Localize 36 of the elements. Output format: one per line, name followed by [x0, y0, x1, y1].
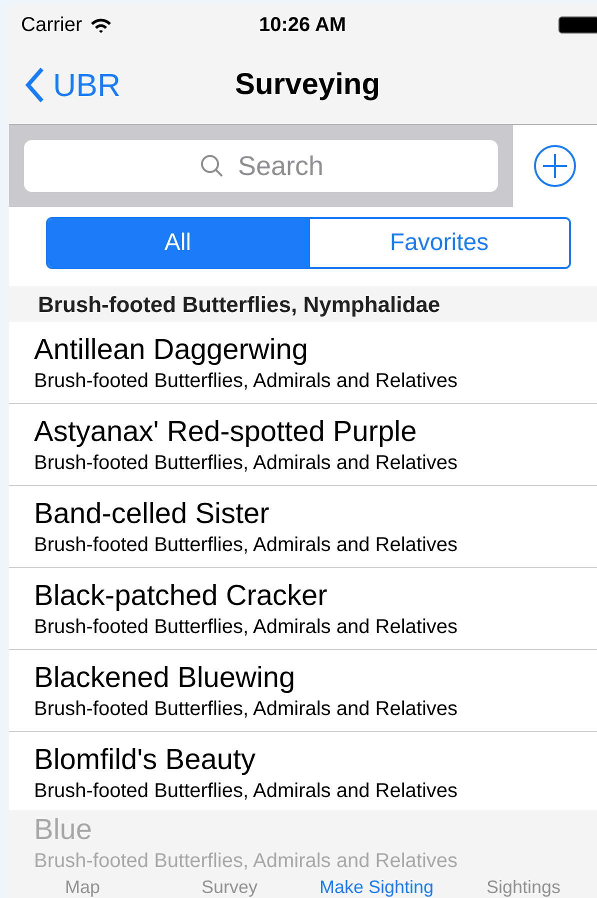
- search-icon: [200, 154, 224, 178]
- species-family: Brush-footed Butterflies, Admirals and Relatives: [34, 778, 459, 804]
- species-name: Astyanax' Red-spotted Purple: [34, 414, 418, 450]
- segment-tab[interactable]: Favorites: [308, 219, 569, 267]
- carrier-label: Carrier: [21, 13, 82, 38]
- species-name: Blomfild's Beauty: [34, 742, 257, 778]
- species-family: Brush-footed Butterflies, Admirals and Relatives: [34, 614, 459, 640]
- species-name: Band-celled Sister: [34, 496, 270, 532]
- tab-bar-item[interactable]: Sightings: [450, 876, 597, 898]
- plus-circle-icon: [533, 144, 577, 188]
- wifi-icon: [90, 17, 112, 33]
- tab-bar-item[interactable]: Survey: [156, 876, 303, 898]
- species-row[interactable]: Band-celled Sister Brush-footed Butterflies, Admirals and Relatives: [9, 486, 597, 568]
- species-family: Brush-footed Butterflies, Admirals and Relatives: [34, 532, 459, 558]
- species-family: Brush-footed Butterflies, Admirals and Relatives: [34, 368, 459, 394]
- species-name: Blackened Bluewing: [34, 660, 296, 696]
- species-family: Brush-footed Butterflies, Admirals and Relatives: [34, 450, 459, 476]
- species-name: Antillean Daggerwing: [34, 332, 310, 368]
- search-field[interactable]: Search: [24, 140, 498, 192]
- species-row[interactable]: Astyanax' Red-spotted Purple Brush-footed Butterflies, Admirals and Relatives: [9, 404, 597, 486]
- chevron-left-icon: [25, 66, 45, 102]
- back-button[interactable]: UBR: [25, 60, 121, 108]
- species-family: Brush-footed Butterflies, Admirals and Relatives: [34, 696, 459, 722]
- species-row[interactable]: Black-patched Cracker Brush-footed Butterflies, Admirals and Relatives: [9, 568, 597, 650]
- segment-tab[interactable]: All: [48, 219, 308, 267]
- tab-bar-item[interactable]: Make Sighting: [303, 876, 450, 898]
- species-row[interactable]: Antillean Daggerwing Brush-footed Butterflies, Admirals and Relatives: [9, 322, 597, 404]
- screen-title: Surveying: [235, 67, 380, 103]
- battery-icon: [558, 16, 597, 34]
- species-family: Brush-footed Butterflies, Admirals and Relatives: [34, 849, 459, 874]
- species-row[interactable]: Blackened Bluewing Brush-footed Butterflies, Admirals and Relatives: [9, 650, 597, 732]
- species-name: Black-patched Cracker: [34, 578, 328, 614]
- species-name: Blue: [34, 813, 94, 848]
- tab-bar-item[interactable]: Map: [9, 876, 156, 898]
- section-header: Brush-footed Butterflies, Nymphalidae: [9, 286, 597, 322]
- status-time: 10:26 AM: [259, 13, 346, 38]
